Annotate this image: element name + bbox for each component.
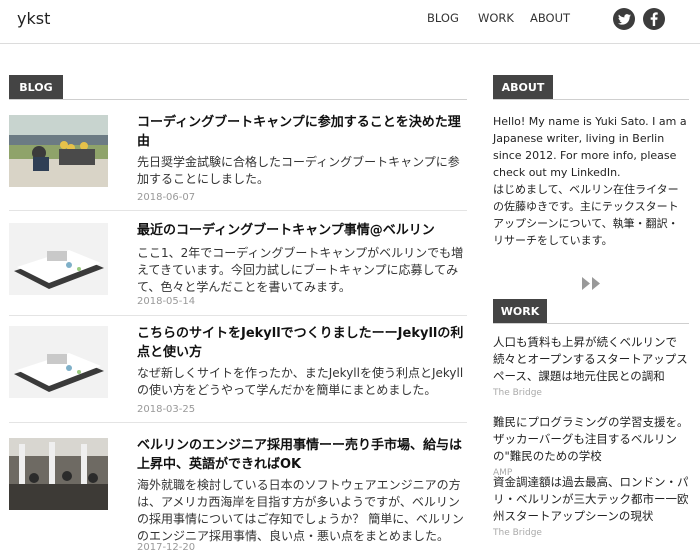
post-thumbnail[interactable] <box>9 326 108 398</box>
post-title[interactable]: こちらのサイトをJekyllでつくりましたーーJekyllの利点と使い方 <box>137 324 467 362</box>
post-separator <box>9 315 467 316</box>
post-excerpt: なぜ新しくサイトを作ったか、またJekyllを使う利点とJekyllの使い方をど… <box>137 366 464 397</box>
work-item-title[interactable]: 人口も賃料も上昇が続くベルリンで続々とオープンするスタートアップスペース、課題は… <box>493 334 689 385</box>
work-item-title[interactable]: 資金調達額は過去最高、ロンドン・パリ・ベルリンが三大テック都市ー一欧州スタートア… <box>493 474 689 525</box>
post-excerpt: 海外就職を検討している日本のソフトウェアエンジニアの方は、アメリカ西海岸を目指す… <box>137 478 464 543</box>
post-separator <box>9 210 467 211</box>
post-excerpt: ここ1、2年でコーディングブートキャンプがベルリンでも増えてきています。今回力試… <box>137 246 464 294</box>
post-thumbnail[interactable] <box>9 223 108 295</box>
work-item[interactable]: 人口も賃料も上昇が続くベルリンで続々とオープンするスタートアップスペース、課題は… <box>493 334 689 398</box>
post-thumbnail[interactable] <box>9 115 108 187</box>
work-section-divider <box>493 323 689 324</box>
post-title[interactable]: 最近のコーディングブートキャンプ事情@ベルリン <box>137 221 467 240</box>
work-item[interactable]: 資金調達額は過去最高、ロンドン・パリ・ベルリンが三大テック都市ー一欧州スタートア… <box>493 474 689 538</box>
site-header: ykst BLOG WORK ABOUT <box>0 0 700 44</box>
post-date: 2018-06-07 <box>137 192 196 203</box>
post-date: 2017-12-20 <box>137 542 196 553</box>
about-text-ja: はじめまして、ベルリン在住ライターの佐藤ゆきです。主にテックスタートアップシーン… <box>493 183 679 247</box>
nav-about[interactable]: ABOUT <box>530 11 570 25</box>
facebook-icon[interactable] <box>643 8 665 30</box>
nav-work[interactable]: WORK <box>478 11 514 25</box>
work-item-source: The Bridge <box>493 388 542 398</box>
blog-section-divider <box>9 99 467 100</box>
blog-section-label: BLOG <box>9 75 63 99</box>
post-title[interactable]: コーディングブートキャンプに参加することを決めた理由 <box>137 113 467 151</box>
post-date: 2018-03-25 <box>137 404 196 415</box>
about-text: Hello! My name is Yuki Sato. I am a Japa… <box>493 113 689 249</box>
work-item-title[interactable]: 難民にプログラミングの学習支援を。ザッカーバーグも注目するベルリンの"難民のため… <box>493 414 689 465</box>
nav-blog[interactable]: BLOG <box>427 11 459 25</box>
about-section-label: ABOUT <box>493 75 553 99</box>
play-arrows-icon[interactable] <box>582 275 602 290</box>
work-section-label: WORK <box>493 299 547 323</box>
post-separator <box>9 422 467 423</box>
post-title[interactable]: ベルリンのエンジニア採用事情ーー売り手市場、給与は上昇中、英語ができればOK <box>137 436 467 474</box>
work-item-source: The Bridge <box>493 528 542 538</box>
post-date: 2018-05-14 <box>137 296 196 307</box>
work-item[interactable]: 難民にプログラミングの学習支援を。ザッカーバーグも注目するベルリンの"難民のため… <box>493 414 689 478</box>
post-excerpt: 先日奨学金試験に合格したコーディングブートキャンプに参加することにしました。 <box>137 155 460 186</box>
site-logo[interactable]: ykst <box>17 9 50 28</box>
twitter-icon[interactable] <box>613 8 635 30</box>
post-thumbnail[interactable] <box>9 438 108 510</box>
about-section-divider <box>493 99 689 100</box>
about-text-en: Hello! My name is Yuki Sato. I am a Japa… <box>493 115 687 179</box>
